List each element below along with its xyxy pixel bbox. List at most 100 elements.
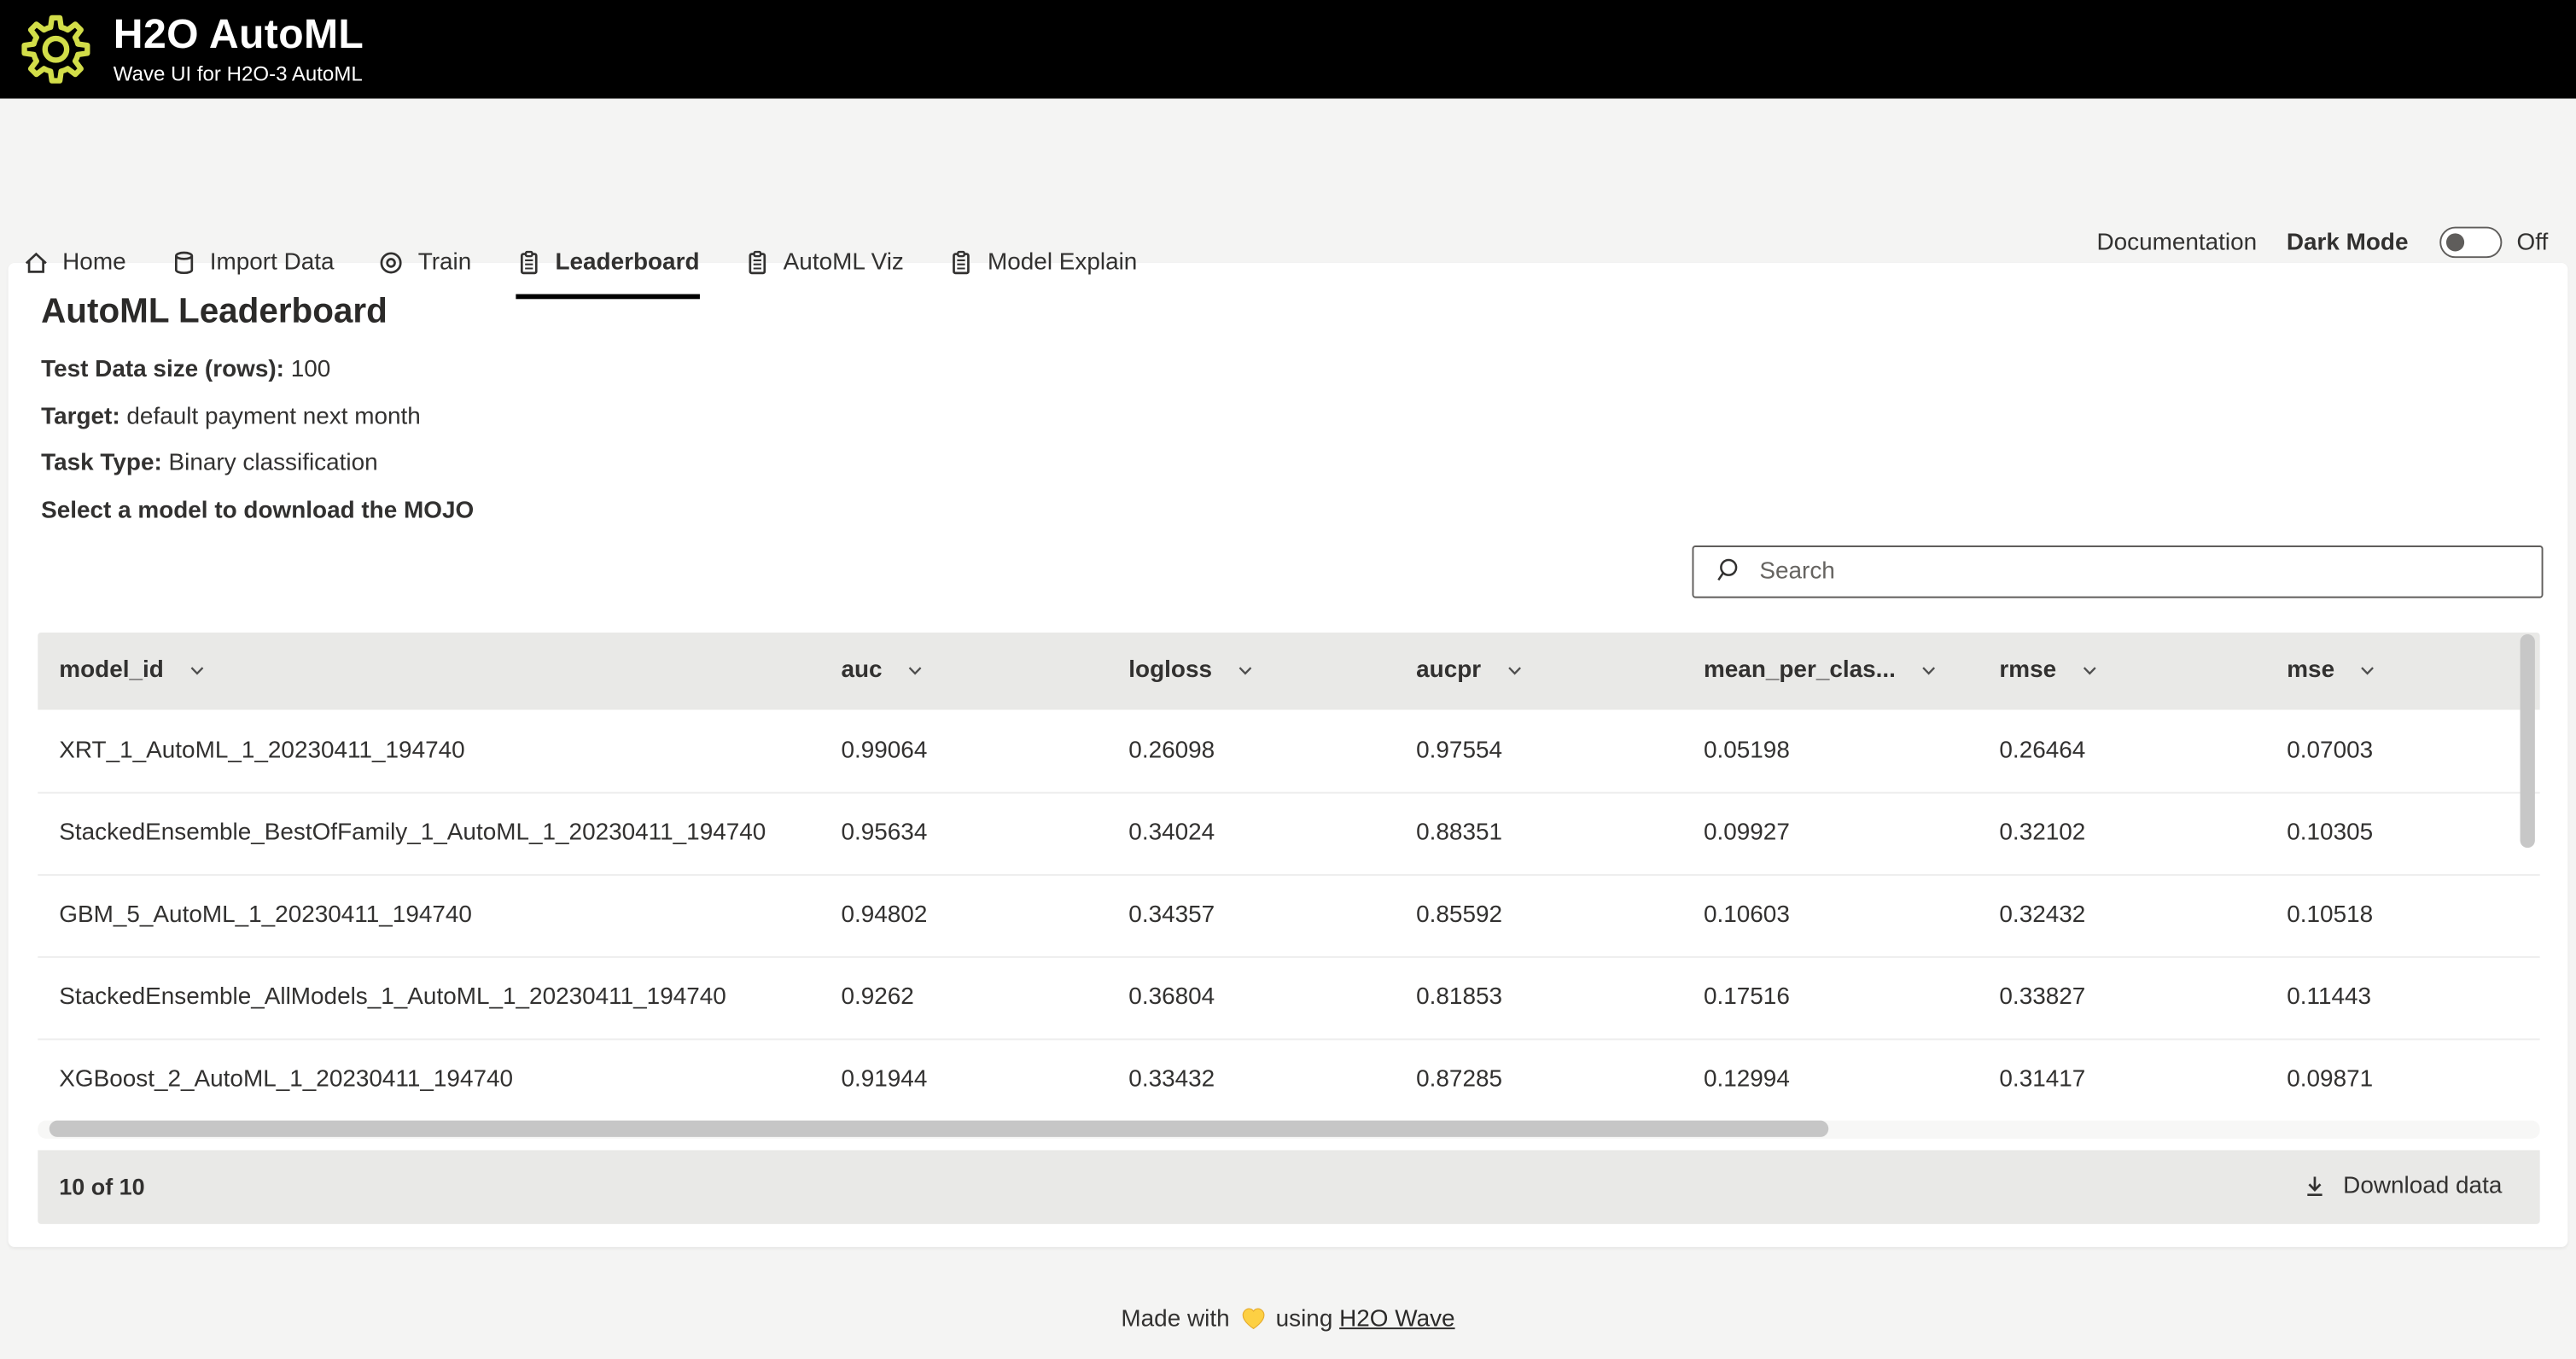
- footer-text-made-with: Made with: [1121, 1305, 1229, 1332]
- column-label: rmse: [1999, 657, 2056, 684]
- chevron-down-icon: [906, 661, 925, 680]
- column-header-aucpr[interactable]: aucpr: [1416, 657, 1704, 684]
- info-test-data-size: Test Data size (rows): 100: [41, 359, 2543, 383]
- column-header-auc[interactable]: auc: [841, 657, 1128, 684]
- app-title-block: H2O AutoML Wave UI for H2O-3 AutoML: [114, 15, 364, 85]
- column-header-model_id[interactable]: model_id: [38, 657, 841, 684]
- clipboard-icon: [516, 250, 542, 277]
- search-row: [32, 545, 2543, 598]
- table-row[interactable]: XGBoost_2_AutoML_1_20230411_1947400.9194…: [38, 1037, 2539, 1119]
- tab-leaderboard[interactable]: Leaderboard: [516, 250, 699, 300]
- cell-logloss: 0.34024: [1128, 819, 1416, 846]
- cell-aucpr: 0.88351: [1416, 819, 1704, 846]
- dark-mode-state: Off: [2517, 230, 2549, 256]
- app-root: H2O AutoML Wave UI for H2O-3 AutoML Home…: [0, 0, 2576, 1359]
- cell-rmse: 0.32102: [1999, 819, 2287, 846]
- database-icon: [171, 250, 197, 277]
- tab-train[interactable]: Train: [379, 250, 472, 300]
- toggle-knob-icon: [2446, 232, 2464, 250]
- cell-auc: 0.94802: [841, 902, 1128, 929]
- yellow-heart-icon: [1239, 1305, 1266, 1330]
- nav-tabs: Home Import Data Train Leaderboard AutoML Vi…: [23, 250, 1137, 300]
- cell-logloss: 0.36804: [1128, 984, 1416, 1011]
- h2o-wave-link[interactable]: H2O Wave: [1339, 1305, 1454, 1332]
- table-footer: 10 of 10 Download data: [38, 1149, 2539, 1223]
- tab-label: Model Explain: [988, 250, 1137, 277]
- cell-mse: 0.07003: [2287, 737, 2514, 763]
- cell-logloss: 0.26098: [1128, 737, 1416, 763]
- download-data-button[interactable]: Download data: [2302, 1173, 2502, 1199]
- tab-home[interactable]: Home: [23, 250, 126, 300]
- row-count: 10 of 10: [59, 1173, 144, 1199]
- target-icon: [379, 250, 405, 277]
- cell-mse: 0.10305: [2287, 819, 2514, 846]
- chevron-down-icon: [1504, 661, 1524, 680]
- tab-label: Import Data: [210, 250, 335, 277]
- cell-rmse: 0.31417: [1999, 1066, 2287, 1093]
- cell-aucpr: 0.81853: [1416, 984, 1704, 1011]
- table-body: XRT_1_AutoML_1_20230411_1947400.990640.2…: [38, 709, 2539, 1120]
- clipboard-icon: [743, 250, 770, 277]
- clipboard-icon: [948, 250, 975, 277]
- info-task-type: Task Type: Binary classification: [41, 452, 2543, 476]
- cell-mse: 0.10518: [2287, 902, 2514, 929]
- column-header-mean_per_clas[interactable]: mean_per_clas...: [1704, 657, 1999, 684]
- tab-label: Train: [418, 250, 472, 277]
- download-label: Download data: [2343, 1173, 2502, 1199]
- cell-mean_per_clas: 0.09927: [1704, 819, 1999, 846]
- download-icon: [2302, 1173, 2328, 1199]
- dark-mode-toggle[interactable]: [2439, 227, 2502, 259]
- cell-auc: 0.91944: [841, 1066, 1128, 1093]
- cell-rmse: 0.33827: [1999, 984, 2287, 1011]
- cell-mean_per_clas: 0.05198: [1704, 737, 1999, 763]
- nav-right-controls: Documentation Dark Mode Off: [2096, 227, 2548, 259]
- cell-aucpr: 0.85592: [1416, 902, 1704, 929]
- column-label: mse: [2287, 657, 2334, 684]
- search-icon: [1714, 557, 1742, 585]
- cell-logloss: 0.33432: [1128, 1066, 1416, 1093]
- cell-aucpr: 0.97554: [1416, 737, 1704, 763]
- search-box[interactable]: [1692, 545, 2543, 598]
- column-label: mean_per_clas...: [1704, 657, 1896, 684]
- search-input[interactable]: [1757, 557, 2542, 586]
- app-title: H2O AutoML: [114, 15, 364, 55]
- table-horizontal-scrollbar-thumb[interactable]: [50, 1121, 1828, 1137]
- tab-label: Home: [62, 250, 125, 277]
- cell-rmse: 0.26464: [1999, 737, 2287, 763]
- table-vertical-scrollbar[interactable]: [2521, 633, 2535, 847]
- tab-import-data[interactable]: Import Data: [171, 250, 335, 300]
- tab-automl-viz[interactable]: AutoML Viz: [743, 250, 903, 300]
- h2o-gear-logo-icon: [20, 13, 92, 85]
- cell-auc: 0.95634: [841, 819, 1128, 846]
- table-horizontal-scrollbar-track[interactable]: [38, 1120, 2539, 1138]
- cell-logloss: 0.34357: [1128, 902, 1416, 929]
- tab-model-explain[interactable]: Model Explain: [948, 250, 1137, 300]
- column-label: logloss: [1128, 657, 1212, 684]
- leaderboard-card: AutoML Leaderboard Test Data size (rows)…: [9, 263, 2568, 1246]
- column-header-logloss[interactable]: logloss: [1128, 657, 1416, 684]
- info-target: Target: default payment next month: [41, 405, 2543, 429]
- table-row[interactable]: GBM_5_AutoML_1_20230411_1947400.948020.3…: [38, 873, 2539, 955]
- column-header-mse[interactable]: mse: [2287, 657, 2514, 684]
- app-header: H2O AutoML Wave UI for H2O-3 AutoML: [0, 0, 2576, 98]
- chevron-down-icon: [2079, 661, 2099, 680]
- tab-label: Leaderboard: [555, 250, 699, 277]
- dark-mode-label: Dark Mode: [2287, 230, 2409, 256]
- cell-model_id: XGBoost_2_AutoML_1_20230411_194740: [38, 1066, 841, 1093]
- column-label: model_id: [59, 657, 164, 684]
- chevron-down-icon: [1919, 661, 1938, 680]
- app-subtitle: Wave UI for H2O-3 AutoML: [114, 64, 364, 85]
- chevron-down-icon: [187, 661, 207, 680]
- tab-label: AutoML Viz: [784, 250, 904, 277]
- cell-mean_per_clas: 0.17516: [1704, 984, 1999, 1011]
- cell-rmse: 0.32432: [1999, 902, 2287, 929]
- info-select-model: Select a model to download the MOJO: [41, 499, 2543, 523]
- documentation-link[interactable]: Documentation: [2096, 230, 2257, 256]
- table-row[interactable]: StackedEnsemble_AllModels_1_AutoML_1_202…: [38, 955, 2539, 1037]
- table-row[interactable]: StackedEnsemble_BestOfFamily_1_AutoML_1_…: [38, 791, 2539, 873]
- table-row[interactable]: XRT_1_AutoML_1_20230411_1947400.990640.2…: [38, 709, 2539, 791]
- nav-bar: HomeImport DataTrainLeaderboardAutoML Vi…: [0, 98, 2576, 262]
- cell-mse: 0.09871: [2287, 1066, 2514, 1093]
- column-label: aucpr: [1416, 657, 1481, 684]
- column-header-rmse[interactable]: rmse: [1999, 657, 2287, 684]
